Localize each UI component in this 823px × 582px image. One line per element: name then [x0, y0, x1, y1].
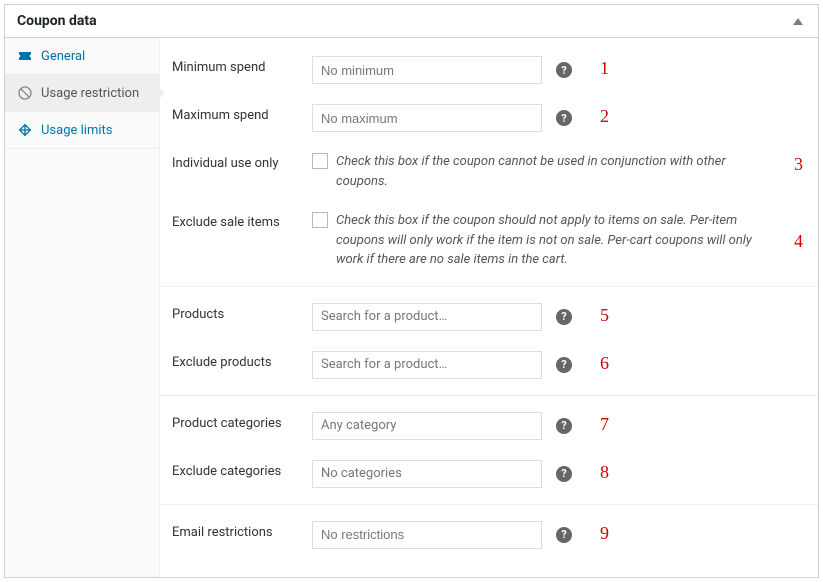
sidebar-item-general[interactable]: General [5, 38, 159, 75]
row-maximum-spend: Maximum spend ? 2 [160, 94, 818, 142]
panel-body: General Usage restriction Usage limits M… [5, 38, 818, 577]
annotation-number: 4 [794, 231, 803, 252]
field-label: Individual use only [172, 152, 312, 171]
sidebar-item-label: General [41, 49, 85, 64]
field-label: Product categories [172, 412, 312, 431]
help-icon[interactable]: ? [556, 418, 572, 434]
field-label: Exclude sale items [172, 211, 312, 230]
row-exclude-sale: Exclude sale items Check this box if the… [160, 201, 818, 280]
field-label: Exclude categories [172, 460, 312, 479]
products-input[interactable]: Search for a product… [312, 303, 542, 331]
exclude-products-input[interactable]: Search for a product… [312, 351, 542, 379]
minimum-spend-input[interactable] [312, 56, 542, 84]
row-exclude-categories: Exclude categories No categories ? 8 [160, 450, 818, 498]
arrows-icon [17, 122, 33, 138]
help-icon[interactable]: ? [556, 357, 572, 373]
content-area: Minimum spend ? 1 Maximum spend ? 2 Indi… [160, 38, 818, 577]
ticket-icon [17, 48, 33, 64]
sidebar-item-label: Usage restriction [41, 86, 139, 101]
field-label: Minimum spend [172, 56, 312, 75]
divider [160, 286, 818, 287]
field-label: Products [172, 303, 312, 322]
row-products: Products Search for a product… ? 5 [160, 293, 818, 341]
maximum-spend-input[interactable] [312, 104, 542, 132]
coupon-data-panel: Coupon data General Usage restriction [4, 4, 819, 578]
annotation-number: 8 [600, 462, 609, 483]
help-icon[interactable]: ? [556, 110, 572, 126]
row-email-restrictions: Email restrictions ? 9 [160, 511, 818, 559]
help-icon[interactable]: ? [556, 466, 572, 482]
individual-use-checkbox[interactable] [312, 153, 328, 169]
sidebar-item-usage-limits[interactable]: Usage limits [5, 112, 159, 149]
row-categories: Product categories Any category ? 7 [160, 402, 818, 450]
sidebar: General Usage restriction Usage limits [5, 38, 160, 577]
sidebar-item-usage-restriction[interactable]: Usage restriction [5, 75, 159, 112]
annotation-number: 7 [600, 414, 609, 435]
field-label: Exclude products [172, 351, 312, 370]
divider [160, 504, 818, 505]
email-restrictions-input[interactable] [312, 521, 542, 549]
field-description: Check this box if the coupon cannot be u… [336, 152, 766, 191]
row-exclude-products: Exclude products Search for a product… ?… [160, 341, 818, 389]
collapse-icon[interactable] [790, 13, 806, 29]
annotation-number: 5 [600, 305, 609, 326]
annotation-number: 1 [600, 58, 609, 79]
field-label: Maximum spend [172, 104, 312, 123]
panel-title: Coupon data [17, 13, 97, 29]
sidebar-item-label: Usage limits [41, 123, 112, 138]
divider [160, 395, 818, 396]
row-minimum-spend: Minimum spend ? 1 [160, 46, 818, 94]
field-label: Email restrictions [172, 521, 312, 540]
field-description: Check this box if the coupon should not … [336, 211, 766, 270]
ban-icon [17, 85, 33, 101]
annotation-number: 3 [794, 154, 803, 175]
help-icon[interactable]: ? [556, 527, 572, 543]
categories-input[interactable]: Any category [312, 412, 542, 440]
help-icon[interactable]: ? [556, 309, 572, 325]
annotation-number: 2 [600, 106, 609, 127]
panel-header: Coupon data [5, 5, 818, 38]
row-individual-use: Individual use only Check this box if th… [160, 142, 818, 201]
annotation-number: 6 [600, 353, 609, 374]
help-icon[interactable]: ? [556, 62, 572, 78]
exclude-categories-input[interactable]: No categories [312, 460, 542, 488]
exclude-sale-checkbox[interactable] [312, 212, 328, 228]
annotation-number: 9 [600, 523, 609, 544]
